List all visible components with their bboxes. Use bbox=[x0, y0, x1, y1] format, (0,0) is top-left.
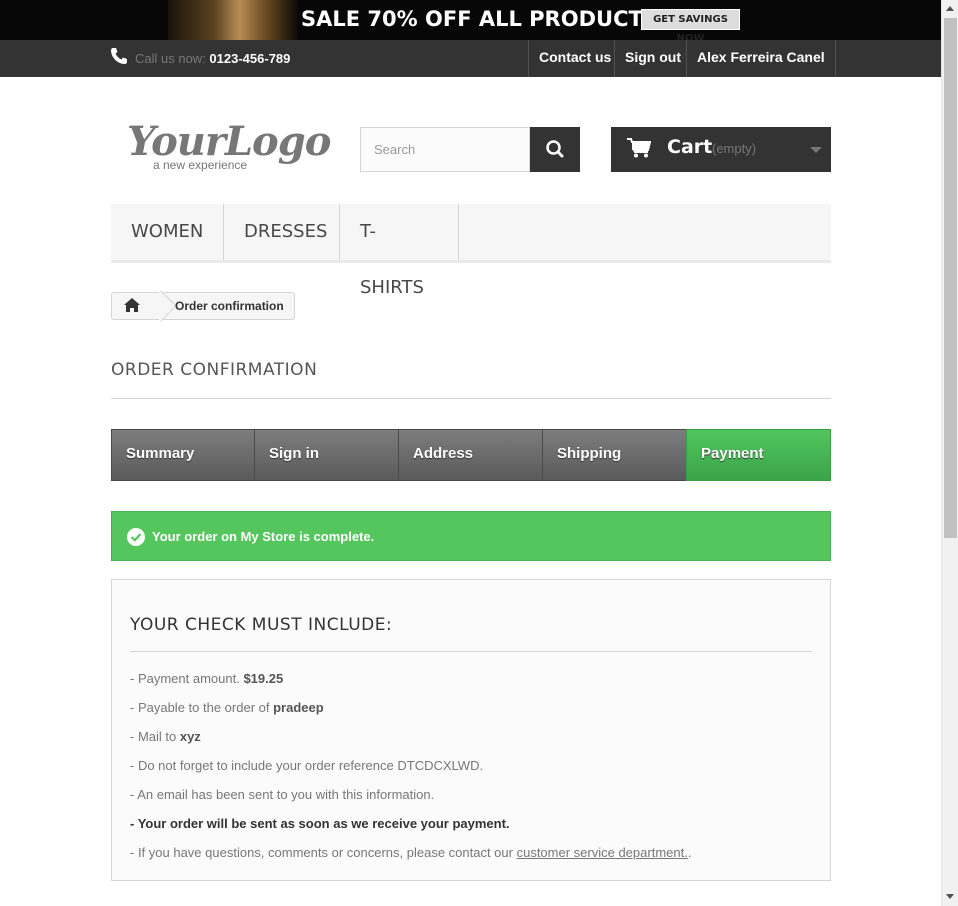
banner-sale-text: SALE 70% OFF ALL PRODUCTS bbox=[301, 7, 658, 31]
customer-service-link[interactable]: customer service department. bbox=[517, 845, 688, 860]
top-navbar: Call us now: 0123-456-789 Contact us Sig… bbox=[0, 40, 941, 77]
mail-to-label: - Mail to bbox=[130, 729, 180, 744]
main-menu: WOMEN DRESSES T-SHIRTS bbox=[111, 204, 831, 298]
phone-icon bbox=[111, 48, 127, 64]
payment-amount-value: $19.25 bbox=[243, 671, 284, 686]
box-divider bbox=[130, 651, 812, 652]
step-summary[interactable]: Summary bbox=[111, 429, 255, 481]
search-icon bbox=[546, 140, 564, 158]
menu-item-tshirts[interactable]: T-SHIRTS bbox=[340, 204, 459, 298]
order-send-line: - Your order will be sent as soon as we … bbox=[130, 816, 510, 831]
menu-item-women[interactable]: WOMEN bbox=[111, 204, 224, 260]
payable-to-label: - Payable to the order of bbox=[130, 700, 274, 715]
breadcrumb-current: Order confirmation bbox=[175, 299, 284, 313]
chevron-down-icon bbox=[810, 147, 822, 153]
page-scrollbar[interactable] bbox=[941, 0, 958, 906]
cart-label: Cart bbox=[667, 136, 713, 158]
breadcrumb: Order confirmation bbox=[111, 290, 295, 322]
search-input[interactable]: Search bbox=[360, 127, 530, 172]
title-divider bbox=[111, 398, 831, 399]
scroll-up-icon[interactable] bbox=[946, 6, 954, 11]
check-info-box: YOUR CHECK MUST INCLUDE: - Payment amoun… bbox=[111, 579, 831, 881]
questions-suffix: . bbox=[687, 845, 692, 860]
email-sent-line: - An email has been sent to you with thi… bbox=[130, 787, 435, 802]
payable-to-line: - Payable to the order of pradeep bbox=[130, 700, 324, 715]
step-shipping[interactable]: Shipping bbox=[542, 429, 687, 481]
questions-line: - If you have questions, comments or con… bbox=[130, 845, 691, 860]
scroll-thumb[interactable] bbox=[944, 18, 957, 538]
cart-status: (empty) bbox=[712, 141, 757, 156]
box-title: YOUR CHECK MUST INCLUDE: bbox=[130, 615, 393, 635]
payable-to-value: pradeep bbox=[273, 700, 324, 715]
call-us-text: Call us now: 0123-456-789 bbox=[135, 51, 290, 66]
success-alert: Your order on My Store is complete. bbox=[111, 511, 831, 561]
cart-button[interactable]: Cart (empty) bbox=[611, 127, 831, 172]
order-steps: Summary Sign in Address Shipping Payment bbox=[111, 429, 831, 481]
cart-icon bbox=[627, 138, 651, 158]
phone-number: 0123-456-789 bbox=[209, 51, 291, 66]
order-send-text: - Your order will be sent as soon as we … bbox=[130, 816, 510, 831]
success-message: Your order on My Store is complete. bbox=[152, 529, 375, 544]
get-savings-button[interactable]: GET SAVINGS NOW bbox=[641, 9, 740, 44]
check-circle-icon bbox=[127, 528, 145, 546]
mail-to-value: xyz bbox=[179, 729, 201, 744]
page-title: ORDER CONFIRMATION bbox=[111, 360, 318, 380]
payment-amount-label: - Payment amount. bbox=[130, 671, 244, 686]
order-reference-line: - Do not forget to include your order re… bbox=[130, 758, 484, 773]
menu-item-dresses[interactable]: DRESSES bbox=[224, 204, 340, 260]
step-payment: Payment bbox=[686, 429, 831, 481]
store-logo[interactable]: YourLogo a new experience bbox=[127, 118, 331, 174]
questions-text: - If you have questions, comments or con… bbox=[130, 845, 517, 860]
sign-out-link[interactable]: Sign out bbox=[614, 40, 691, 77]
scroll-down-icon[interactable] bbox=[946, 894, 954, 899]
step-sign-in[interactable]: Sign in bbox=[254, 429, 399, 481]
mail-to-line: - Mail to xyz bbox=[130, 729, 201, 744]
contact-us-link[interactable]: Contact us bbox=[528, 40, 621, 77]
account-link[interactable]: Alex Ferreira Canel bbox=[686, 40, 836, 77]
search-button[interactable] bbox=[530, 127, 580, 172]
promo-banner[interactable]: SALE 70% OFF ALL PRODUCTS GET SAVINGS NO… bbox=[0, 0, 941, 44]
step-address[interactable]: Address bbox=[398, 429, 543, 481]
call-us-label: Call us now: bbox=[135, 51, 210, 66]
payment-amount-line: - Payment amount. $19.25 bbox=[130, 671, 283, 686]
banner-model-image bbox=[168, 0, 298, 40]
logo-tagline: a new experience bbox=[153, 158, 248, 172]
